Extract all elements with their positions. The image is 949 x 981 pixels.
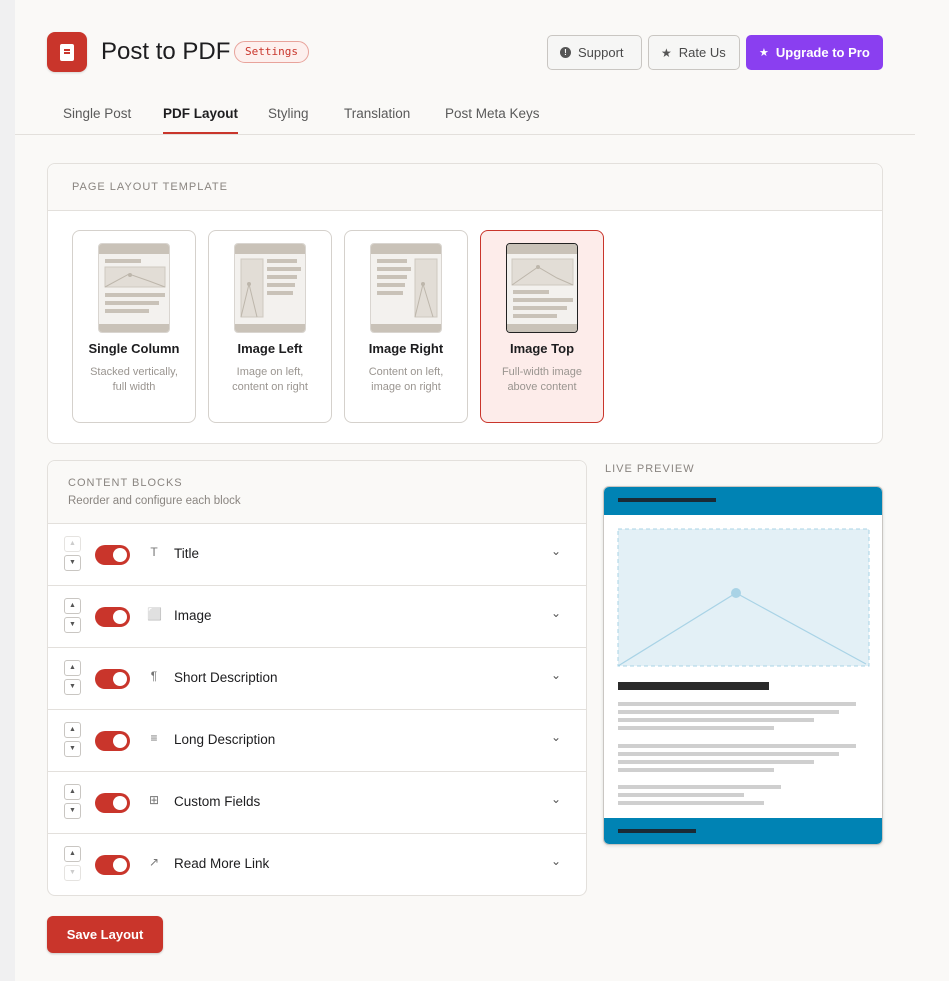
star-icon: ★	[661, 45, 672, 60]
tab-translation[interactable]: Translation	[344, 106, 410, 134]
move-up-button[interactable]: ▲	[64, 722, 81, 738]
card-header: PAGE LAYOUT TEMPLATE	[48, 164, 882, 211]
live-preview	[603, 486, 883, 845]
chevron-down-icon[interactable]: ⌄	[551, 792, 561, 806]
text-icon: T	[150, 545, 158, 559]
template-desc: Image on left, content on right	[232, 366, 308, 393]
reorder-controls: ▲ ▼	[64, 536, 82, 574]
move-up-button[interactable]: ▲	[64, 536, 81, 552]
settings-badge: Settings	[234, 41, 309, 63]
save-layout-button[interactable]: Save Layout	[47, 916, 163, 953]
block-toggle[interactable]	[95, 607, 130, 627]
pdf-file-icon	[60, 43, 74, 61]
content-block-row[interactable]: ▲ ▼ ⊞ Custom Fields ⌄	[48, 772, 586, 834]
content-block-row[interactable]: ▲ ▼ ↗ Read More Link ⌄	[48, 834, 586, 896]
support-button[interactable]: ! Support	[547, 35, 642, 70]
template-image-right[interactable]: Image Right Content on left, image on ri…	[344, 230, 468, 423]
chevron-down-icon[interactable]: ⌄	[551, 606, 561, 620]
template-thumbnail	[370, 243, 442, 333]
block-label: Image	[174, 608, 212, 623]
page-layout-template-card: PAGE LAYOUT TEMPLATE Single Column Stack…	[47, 163, 883, 444]
content-block-row[interactable]: ▲ ▼ T Title ⌄	[48, 524, 586, 586]
support-label: Support	[578, 45, 624, 60]
template-thumbnail	[98, 243, 170, 333]
reorder-controls: ▲ ▼	[64, 722, 82, 760]
info-icon: !	[560, 47, 571, 58]
block-label: Long Description	[174, 732, 276, 747]
template-desc: Stacked vertically, full width	[90, 366, 178, 393]
reorder-controls: ▲ ▼	[64, 598, 82, 636]
block-label: Read More Link	[174, 856, 270, 871]
upgrade-pro-button[interactable]: ★ Upgrade to Pro	[746, 35, 883, 70]
chevron-down-icon[interactable]: ⌄	[551, 544, 561, 558]
template-thumbnail	[234, 243, 306, 333]
move-up-button[interactable]: ▲	[64, 660, 81, 676]
move-down-button[interactable]: ▼	[64, 679, 81, 695]
block-label: Short Description	[174, 670, 278, 685]
content-block-row[interactable]: ▲ ▼ ⬜ Image ⌄	[48, 586, 586, 648]
move-down-button[interactable]: ▼	[64, 741, 81, 757]
app-title: Post to PDF	[101, 38, 231, 65]
star-icon: ★	[759, 47, 769, 59]
pro-label: Upgrade to Pro	[775, 45, 870, 60]
move-down-button[interactable]: ▼	[64, 555, 81, 571]
move-up-button[interactable]: ▲	[64, 598, 81, 614]
section-label: PAGE LAYOUT TEMPLATE	[72, 181, 228, 193]
template-name: Image Left	[237, 341, 303, 356]
app-logo	[47, 32, 87, 72]
tab-single-post[interactable]: Single Post	[63, 106, 131, 134]
card-header: CONTENT BLOCKS Reorder and configure eac…	[48, 461, 586, 524]
block-toggle[interactable]	[95, 731, 130, 751]
template-name: Single Column	[88, 341, 180, 356]
template-desc: Full-width image above content	[501, 366, 583, 393]
reorder-controls: ▲ ▼	[64, 846, 82, 884]
move-up-button[interactable]: ▲	[64, 784, 81, 800]
template-image-top[interactable]: Image Top Full-width image above content	[480, 230, 604, 423]
move-up-button[interactable]: ▲	[64, 846, 81, 862]
block-label: Custom Fields	[174, 794, 261, 809]
move-down-button[interactable]: ▼	[64, 617, 81, 633]
rate-us-button[interactable]: ★ Rate Us	[648, 35, 740, 70]
template-name: Image Right	[368, 341, 444, 356]
external-link-icon: ↗	[148, 855, 160, 869]
preview-label: LIVE PREVIEW	[605, 463, 695, 475]
image-icon: ⬜	[147, 607, 162, 621]
tab-styling[interactable]: Styling	[268, 106, 309, 134]
rate-label: Rate Us	[678, 45, 726, 60]
content-block-row[interactable]: ▲ ▼ ¶ Short Description ⌄	[48, 648, 586, 710]
lines-icon: ≡	[150, 731, 158, 745]
section-label: CONTENT BLOCKS	[68, 477, 183, 489]
template-name: Image Top	[509, 341, 575, 356]
settings-page: Post to PDF Settings ! Support ★ Rate Us…	[15, 0, 949, 981]
block-label: Title	[174, 546, 200, 561]
reorder-controls: ▲ ▼	[64, 784, 82, 822]
grid-icon: ⊞	[148, 793, 160, 807]
move-down-button[interactable]: ▼	[64, 865, 81, 881]
header: Post to PDF Settings ! Support ★ Rate Us…	[47, 32, 883, 72]
chevron-down-icon[interactable]: ⌄	[551, 730, 561, 744]
template-thumbnail	[506, 243, 578, 333]
move-down-button[interactable]: ▼	[64, 803, 81, 819]
tab-post-meta-keys[interactable]: Post Meta Keys	[445, 106, 540, 134]
preview-page	[604, 487, 882, 844]
section-subtitle: Reorder and configure each block	[68, 495, 241, 507]
block-toggle[interactable]	[95, 793, 130, 813]
content-block-row[interactable]: ▲ ▼ ≡ Long Description ⌄	[48, 710, 586, 772]
tab-pdf-layout[interactable]: PDF Layout	[163, 106, 239, 134]
block-toggle[interactable]	[95, 545, 130, 565]
chevron-down-icon[interactable]: ⌄	[551, 668, 561, 682]
tab-bar: Single Post PDF Layout Styling Translati…	[15, 98, 915, 135]
paragraph-icon: ¶	[150, 669, 158, 683]
block-toggle[interactable]	[95, 669, 130, 689]
content-blocks-card: CONTENT BLOCKS Reorder and configure eac…	[47, 460, 587, 896]
template-desc: Content on left, image on right	[368, 366, 444, 393]
template-single-column[interactable]: Single Column Stacked vertically, full w…	[72, 230, 196, 423]
template-image-left[interactable]: Image Left Image on left, content on rig…	[208, 230, 332, 423]
reorder-controls: ▲ ▼	[64, 660, 82, 698]
block-toggle[interactable]	[95, 855, 130, 875]
chevron-down-icon[interactable]: ⌄	[551, 854, 561, 868]
